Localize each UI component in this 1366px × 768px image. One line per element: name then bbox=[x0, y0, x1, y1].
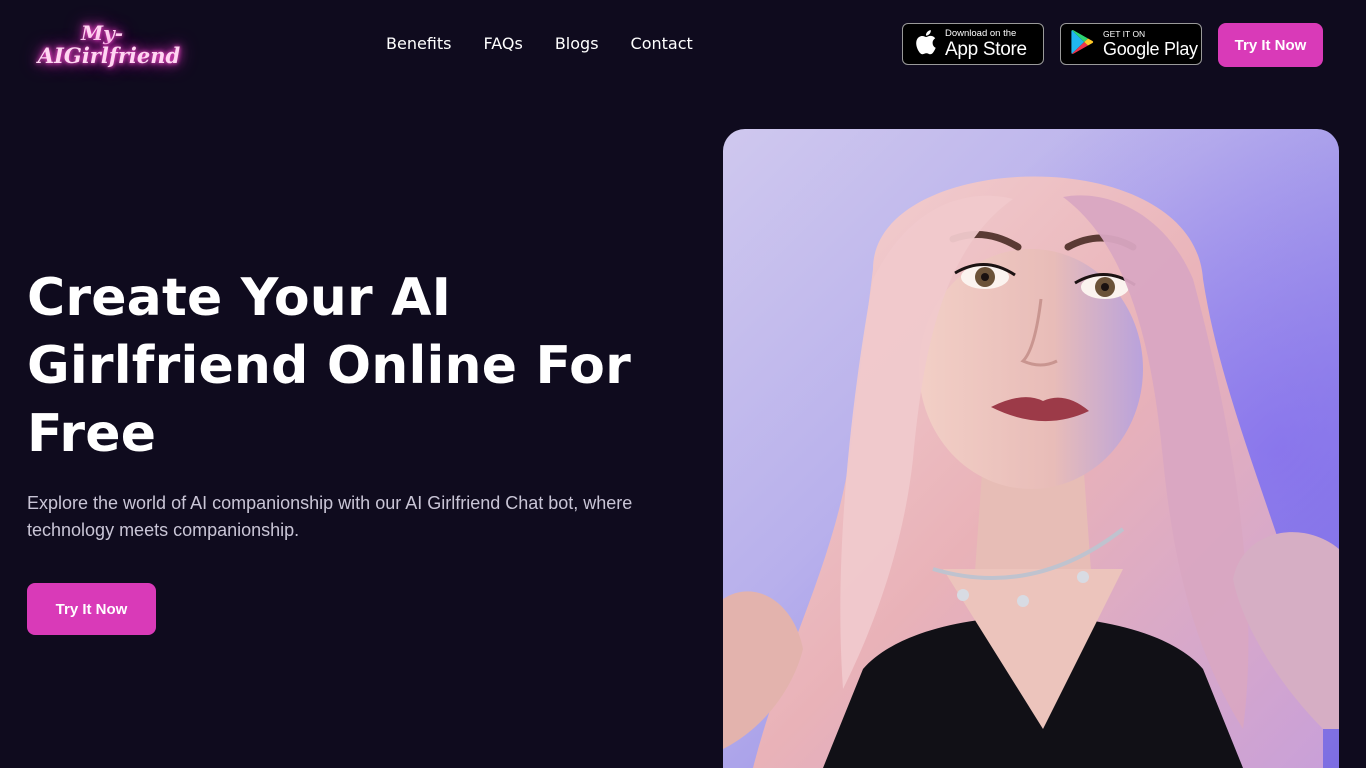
google-play-icon bbox=[1071, 29, 1095, 60]
hero-title: Create Your AI Girlfriend Online For Fre… bbox=[27, 268, 631, 464]
nav-faqs[interactable]: FAQs bbox=[484, 34, 523, 54]
google-play-small-text: GET IT ON bbox=[1103, 29, 1146, 40]
hero-try-it-now-button[interactable]: Try It Now bbox=[27, 583, 156, 635]
main-nav: Benefits FAQs Blogs Contact bbox=[386, 34, 725, 54]
nav-blogs[interactable]: Blogs bbox=[555, 34, 599, 54]
hero-portrait-image bbox=[723, 129, 1339, 768]
hero-subtitle: Explore the world of AI companionship wi… bbox=[27, 493, 633, 540]
nav-contact[interactable]: Contact bbox=[631, 34, 693, 54]
app-store-big-text: App Store bbox=[945, 38, 1027, 60]
apple-icon bbox=[913, 28, 937, 61]
logo-line-1: My- bbox=[80, 20, 124, 45]
header-try-it-now-button[interactable]: Try It Now bbox=[1218, 23, 1323, 67]
google-play-button[interactable]: GET IT ON Google Play bbox=[1060, 23, 1202, 65]
app-store-button[interactable]: Download on the App Store bbox=[902, 23, 1044, 65]
google-play-big-text: Google Play bbox=[1103, 38, 1198, 59]
site-logo[interactable]: My- AIGirlfriend bbox=[38, 16, 180, 72]
nav-benefits[interactable]: Benefits bbox=[386, 34, 452, 54]
app-store-small-text: Download on the bbox=[945, 28, 1017, 40]
logo-line-2: AIGirlfriend bbox=[37, 42, 181, 68]
